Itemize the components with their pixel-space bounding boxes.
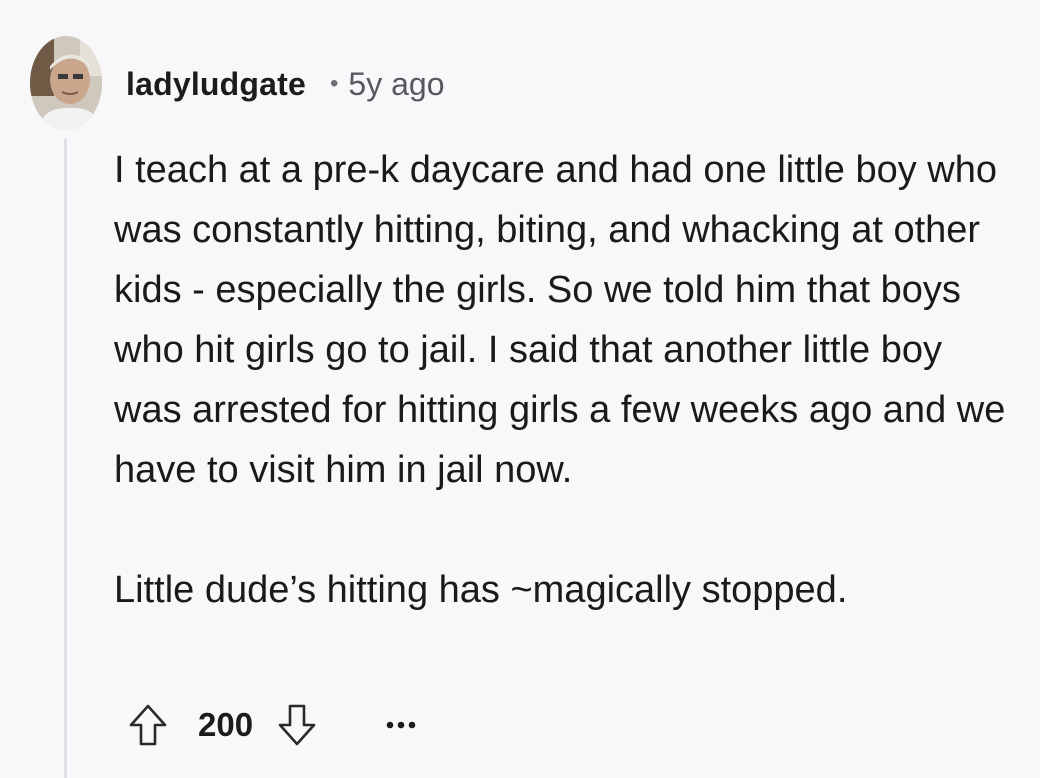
more-options-icon[interactable] [381,705,421,745]
comment-meta: ladyludgate • 5y ago [126,62,445,106]
meta-separator: • [330,70,339,97]
avatar[interactable] [30,36,102,130]
avatar-photo-icon [30,36,102,130]
upvote-arrow-icon[interactable] [126,701,170,749]
downvote-arrow-icon[interactable] [275,701,319,749]
comment-paragraph: I teach at a pre-k daycare and had one l… [114,149,1006,491]
comment-paragraph: Little dude’s hitting has ~magically sto… [114,569,848,611]
comment-actions: 200 [126,700,421,750]
vote-score: 200 [198,706,254,743]
thread-line[interactable] [64,138,67,778]
username[interactable]: ladyludgate [126,66,306,103]
comment: ladyludgate • 5y ago I teach at a pre-k … [0,0,1040,778]
comment-body: I teach at a pre-k daycare and had one l… [114,140,1014,620]
timestamp[interactable]: 5y ago [348,66,444,103]
